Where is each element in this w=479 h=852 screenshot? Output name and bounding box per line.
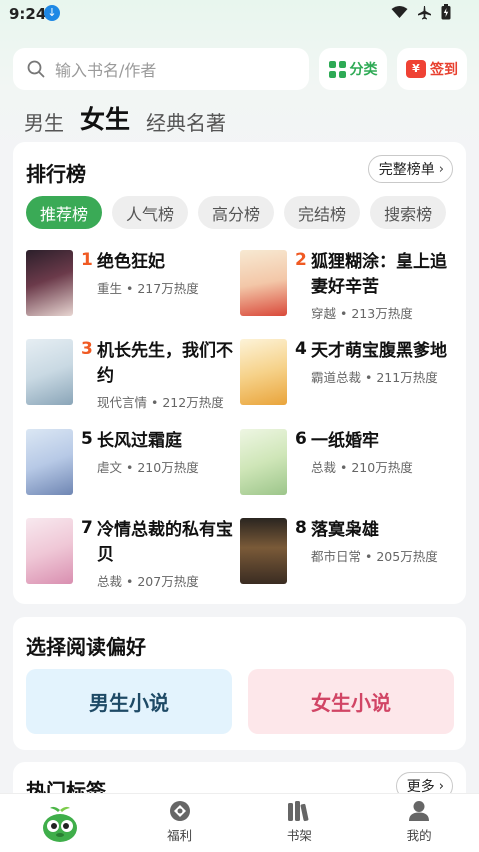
book-title: 长风过霜庭 <box>97 431 182 451</box>
tab-top-rated[interactable]: 高分榜 <box>198 196 275 229</box>
book-cover <box>26 518 73 584</box>
tab-completed[interactable]: 完结榜 <box>284 196 361 229</box>
nav-bookshelf[interactable]: 书架 <box>240 794 360 852</box>
rank-number: 3 <box>81 339 93 359</box>
book-meta: 霸道总裁 • 211万热度 <box>311 370 438 385</box>
full-list-label: 完整榜单 <box>378 162 435 178</box>
tab-popular[interactable]: 人气榜 <box>112 196 189 229</box>
status-icons <box>391 4 451 20</box>
nav-label: 我的 <box>406 828 432 843</box>
book-meta: 总裁 • 210万热度 <box>311 460 413 475</box>
rank-number: 1 <box>81 250 93 270</box>
book-meta: 穿越 • 213万热度 <box>311 306 413 321</box>
category-label: 分类 <box>349 62 378 78</box>
rank-number: 4 <box>295 339 307 359</box>
preference-card: 选择阅读偏好 男生小说 女生小说 <box>13 617 466 750</box>
chevron-right-icon: › <box>438 161 444 177</box>
search-icon <box>27 60 45 78</box>
mascot-icon <box>42 806 77 842</box>
checkin-button[interactable]: ¥ 签到 <box>397 48 467 90</box>
book-meta: 总裁 • 207万热度 <box>97 574 199 589</box>
full-list-button[interactable]: 完整榜单 › <box>367 155 453 183</box>
category-button[interactable]: 分类 <box>319 48 387 90</box>
search-placeholder: 输入书名/作者 <box>55 61 157 80</box>
checkin-label: 签到 <box>430 62 458 78</box>
download-icon: ↓ <box>44 5 60 21</box>
airplane-icon <box>418 5 431 19</box>
book-meta: 重生 • 217万热度 <box>97 281 199 296</box>
status-time: 9:24 <box>9 5 47 23</box>
book-cover <box>240 429 287 495</box>
book-meta: 虐文 • 210万热度 <box>97 460 199 475</box>
ranking-card: 排行榜 完整榜单 › 推荐榜 人气榜 高分榜 完结榜 搜索榜 1 绝色狂妃 重生… <box>13 142 466 604</box>
profile-icon <box>409 801 430 821</box>
gender-tabs: 男生 女生 经典名著 <box>24 100 226 136</box>
book-meta: 都市日常 • 205万热度 <box>311 549 438 564</box>
book-cover <box>240 339 287 405</box>
gift-icon <box>169 801 190 821</box>
book-cover <box>240 250 287 316</box>
nav-profile[interactable]: 我的 <box>359 794 479 852</box>
tab-male[interactable]: 男生 <box>24 107 64 136</box>
checkin-icon: ¥ <box>406 60 426 78</box>
battery-icon <box>441 4 451 20</box>
grid-icon <box>328 60 346 78</box>
book-title: 狐狸糊涂：皇上追妻好辛苦 <box>311 252 447 297</box>
book-meta: 现代言情 • 212万热度 <box>97 395 224 410</box>
book-title: 绝色狂妃 <box>97 252 165 272</box>
status-bar: 9:24 ↓ <box>0 0 479 28</box>
book-cover <box>26 339 73 405</box>
nav-welfare[interactable]: 福利 <box>120 794 240 852</box>
book-title: 落寞枭雄 <box>311 520 379 540</box>
rank-number: 6 <box>295 429 307 449</box>
tab-search[interactable]: 搜索榜 <box>370 196 447 229</box>
search-input[interactable]: 输入书名/作者 <box>13 48 309 90</box>
rank-number: 7 <box>81 518 93 538</box>
female-novel-button[interactable]: 女生小说 <box>248 669 454 734</box>
book-cover <box>26 250 73 316</box>
ranking-title: 排行榜 <box>26 162 86 186</box>
male-novel-button[interactable]: 男生小说 <box>26 669 232 734</box>
book-title: 冷情总裁的私有宝贝 <box>97 520 233 565</box>
book-cover <box>26 429 73 495</box>
book-title: 一纸婚牢 <box>311 431 379 451</box>
ranking-tabs: 推荐榜 人气榜 高分榜 完结榜 搜索榜 <box>26 196 466 229</box>
bottom-nav: 福利 书架 我的 <box>0 793 479 852</box>
preference-title: 选择阅读偏好 <box>26 635 146 659</box>
book-cover <box>240 518 287 584</box>
book-title: 机长先生，我们不约 <box>97 341 233 386</box>
tab-classics[interactable]: 经典名著 <box>146 107 226 136</box>
rank-number: 8 <box>295 518 307 538</box>
rank-number: 2 <box>295 250 307 270</box>
tab-recommend[interactable]: 推荐榜 <box>26 196 103 229</box>
book-title: 天才萌宝腹黑爹地 <box>311 341 447 361</box>
nav-label: 书架 <box>286 828 312 843</box>
wifi-icon <box>391 6 408 18</box>
nav-label: 福利 <box>167 828 193 843</box>
nav-home[interactable] <box>0 794 120 852</box>
rank-number: 5 <box>81 429 93 449</box>
bookshelf-icon <box>288 801 309 822</box>
tab-female[interactable]: 女生 <box>80 100 130 136</box>
chevron-right-icon: › <box>438 778 444 794</box>
